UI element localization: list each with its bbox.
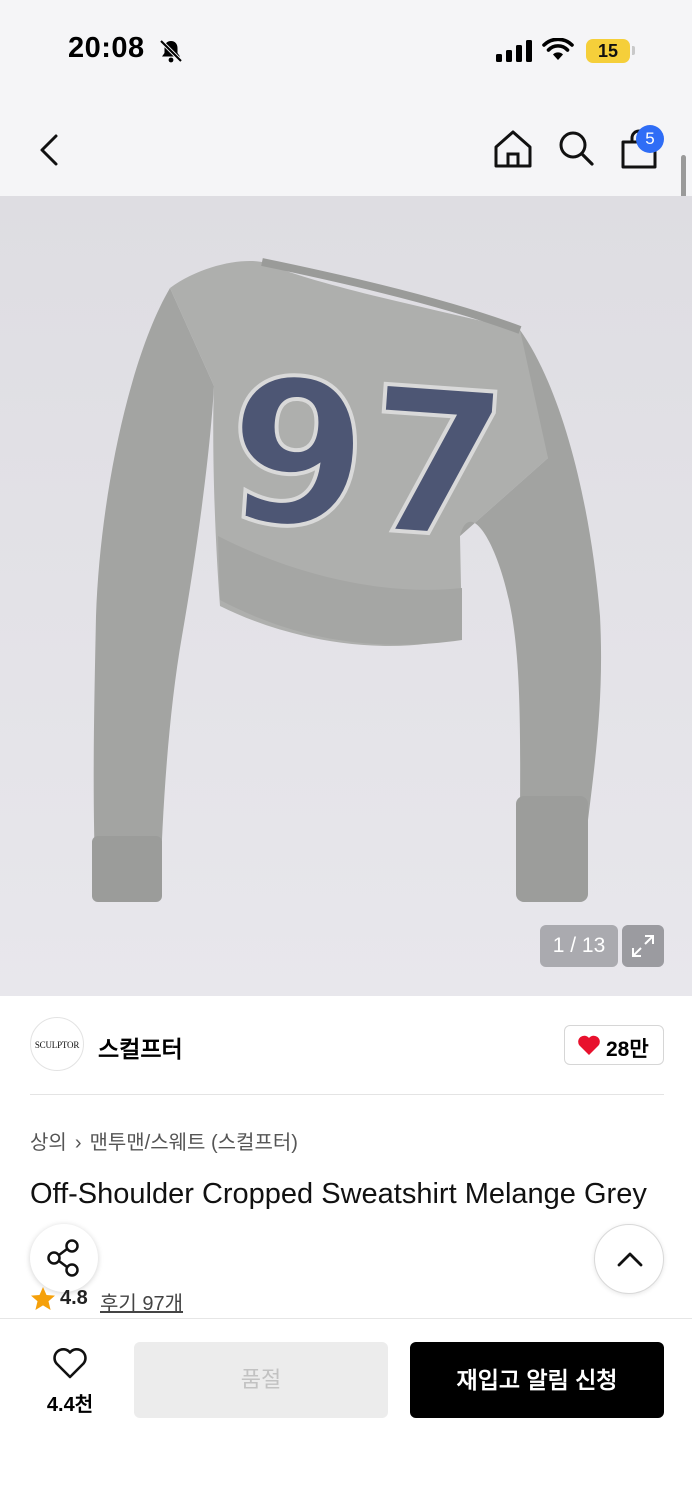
search-icon[interactable]: [556, 128, 596, 168]
breadcrumb-category[interactable]: 상의: [30, 1132, 67, 1154]
product-title: Off-Shoulder Cropped Sweatshirt Melange …: [30, 1178, 647, 1210]
brand-logo[interactable]: SCULPTOR: [30, 1017, 84, 1071]
reviews-link[interactable]: 후기 97개: [100, 1287, 183, 1316]
scroll-top-button[interactable]: [594, 1224, 664, 1294]
rating-value: 4.8: [60, 1287, 88, 1309]
home-icon[interactable]: [492, 128, 534, 170]
breadcrumb-subcategory[interactable]: 맨투맨/스웨트 (스컬프터): [89, 1132, 297, 1154]
share-button[interactable]: [30, 1224, 98, 1292]
wishlist-count: 4.4천: [46, 1394, 94, 1416]
brand-name[interactable]: 스컬프터: [98, 1030, 183, 1064]
heart-outline-icon: [53, 1348, 87, 1379]
wifi-icon: [542, 38, 574, 60]
chevron-right-icon: ›: [74, 1132, 82, 1154]
chevron-up-icon: [617, 1252, 643, 1267]
battery-cap: [632, 46, 635, 55]
breadcrumb: 상의 › 맨투맨/스웨트 (스컬프터): [30, 1126, 298, 1155]
back-icon[interactable]: [30, 128, 70, 172]
bell-off-icon: [159, 39, 183, 63]
image-counter: 1 / 13: [540, 925, 618, 967]
soldout-button: 품절: [134, 1342, 388, 1418]
heart-filled-icon: [578, 1035, 600, 1055]
star-icon: [31, 1287, 55, 1310]
share-icon: [47, 1239, 79, 1277]
product-image[interactable]: 97: [0, 196, 692, 996]
battery-icon: 15: [586, 39, 630, 63]
restock-alert-button[interactable]: 재입고 알림 신청: [410, 1342, 664, 1418]
brand-like-button[interactable]: 28만: [564, 1025, 664, 1065]
cart-count-badge: 5: [636, 125, 664, 153]
sweatshirt-illustration: 97: [0, 196, 692, 996]
status-time: 20:08: [68, 32, 145, 64]
signal-icon: [496, 40, 532, 62]
divider: [30, 1094, 664, 1095]
brand-like-count: 28만: [606, 1038, 649, 1061]
expand-icon[interactable]: [622, 925, 664, 967]
print-graphic: 97: [220, 334, 514, 586]
wishlist-button[interactable]: 4.4천: [36, 1344, 104, 1416]
